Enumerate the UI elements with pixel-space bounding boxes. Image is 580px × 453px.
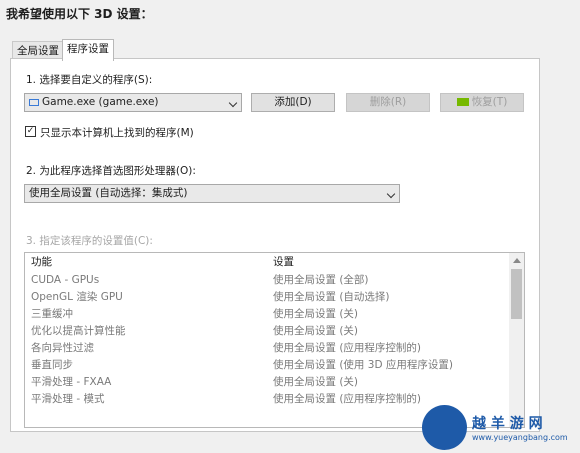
feature-setting: 使用全局设置 (关) bbox=[273, 308, 359, 320]
show-found-programs-checkbox[interactable]: ✓ bbox=[25, 126, 36, 137]
feature-setting: 使用全局设置 (自动选择) bbox=[273, 291, 390, 303]
add-button[interactable]: 添加(D) bbox=[251, 93, 335, 112]
feature-setting: 使用全局设置 (全部) bbox=[273, 274, 369, 286]
watermark-url: www.yueyangbang.com bbox=[472, 433, 568, 442]
feature-name: 各向异性过滤 bbox=[31, 342, 94, 354]
scrollbar-thumb[interactable] bbox=[511, 269, 522, 319]
nvidia-icon bbox=[456, 98, 469, 106]
setting-column-header[interactable]: 设置 bbox=[273, 254, 294, 271]
settings-list[interactable]: 功能 设置 CUDA - GPUs 使用全局设置 (全部) OpenGL 渲染 … bbox=[24, 252, 525, 428]
feature-name: 优化以提高计算性能 bbox=[31, 325, 126, 337]
program-select-value: Game.exe (game.exe) bbox=[42, 96, 159, 108]
chevron-down-icon bbox=[386, 189, 396, 199]
restore-button-label: 恢复(T) bbox=[471, 96, 508, 108]
watermark-name: 越 羊 游 网 bbox=[472, 416, 543, 432]
delete-button[interactable]: 删除(R) bbox=[346, 93, 430, 112]
feature-name: CUDA - GPUs bbox=[31, 274, 100, 286]
step2-label: 2. 为此程序选择首选图形处理器(O): bbox=[26, 165, 196, 177]
list-item[interactable]: 各向异性过滤 使用全局设置 (应用程序控制的) bbox=[25, 340, 510, 357]
feature-name: 垂直同步 bbox=[31, 359, 73, 371]
scroll-up-icon[interactable] bbox=[513, 258, 521, 263]
list-item[interactable]: 垂直同步 使用全局设置 (使用 3D 应用程序设置) bbox=[25, 357, 510, 374]
tab-program-settings[interactable]: 程序设置 bbox=[62, 39, 114, 61]
chevron-down-icon bbox=[228, 98, 238, 108]
feature-setting: 使用全局设置 (关) bbox=[273, 376, 359, 388]
feature-column-header[interactable]: 功能 bbox=[31, 254, 52, 271]
gpu-select-value: 使用全局设置 (自动选择：集成式) bbox=[29, 187, 188, 199]
show-found-programs-label: 只显示本计算机上找到的程序(M) bbox=[40, 127, 194, 139]
feature-setting: 使用全局设置 (应用程序控制的) bbox=[273, 342, 422, 354]
gpu-select[interactable]: 使用全局设置 (自动选择：集成式) bbox=[24, 184, 400, 203]
page-title: 我希望使用以下 3D 设置： bbox=[6, 7, 153, 21]
feature-setting: 使用全局设置 (关) bbox=[273, 325, 359, 337]
feature-setting: 使用全局设置 (使用 3D 应用程序设置) bbox=[273, 359, 453, 371]
list-header: 功能 设置 bbox=[25, 254, 510, 271]
vertical-scrollbar[interactable] bbox=[509, 253, 524, 427]
feature-setting: 使用全局设置 (应用程序控制的) bbox=[273, 393, 422, 405]
feature-name: 三重缓冲 bbox=[31, 308, 73, 320]
monitor-icon bbox=[29, 99, 39, 106]
list-item[interactable]: OpenGL 渲染 GPU 使用全局设置 (自动选择) bbox=[25, 289, 510, 306]
list-item[interactable]: CUDA - GPUs 使用全局设置 (全部) bbox=[25, 272, 510, 289]
list-item[interactable]: 平滑处理 - FXAA 使用全局设置 (关) bbox=[25, 374, 510, 391]
watermark-logo bbox=[422, 405, 467, 450]
watermark: 越 羊 游 网 www.yueyangbang.com bbox=[422, 405, 572, 450]
step3-label: 3. 指定该程序的设置值(C): bbox=[26, 235, 153, 247]
feature-name: OpenGL 渲染 GPU bbox=[31, 291, 123, 303]
step1-label: 1. 选择要自定义的程序(S): bbox=[26, 74, 153, 86]
program-select[interactable]: Game.exe (game.exe) bbox=[24, 93, 242, 112]
restore-button[interactable]: 恢复(T) bbox=[440, 93, 524, 112]
list-item[interactable]: 三重缓冲 使用全局设置 (关) bbox=[25, 306, 510, 323]
feature-name: 平滑处理 - 模式 bbox=[31, 393, 105, 405]
feature-name: 平滑处理 - FXAA bbox=[31, 376, 112, 388]
list-item[interactable]: 优化以提高计算性能 使用全局设置 (关) bbox=[25, 323, 510, 340]
